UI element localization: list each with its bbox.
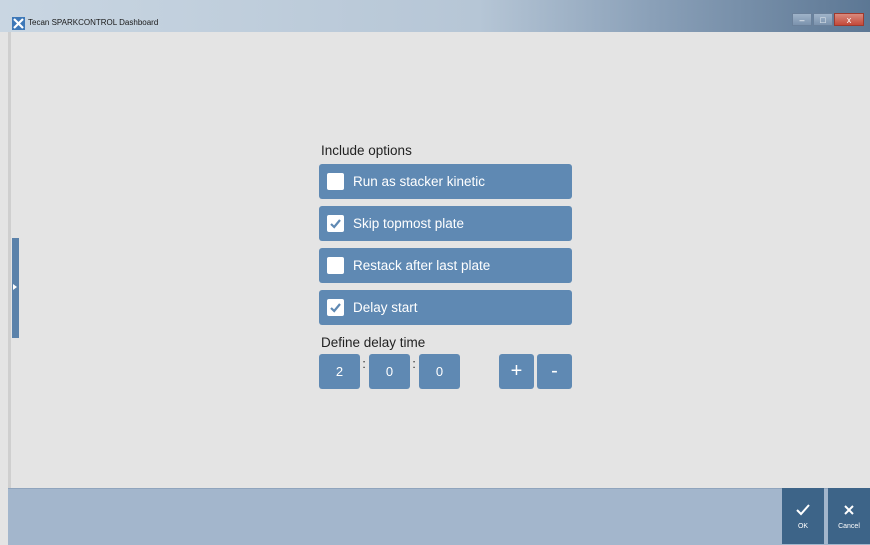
- tecan-x-icon: [12, 17, 25, 30]
- option-label: Restack after last plate: [353, 258, 491, 273]
- option-run-as-stacker-kinetic[interactable]: Run as stacker kinetic: [319, 164, 572, 199]
- chevron-right-icon: [13, 284, 17, 290]
- checkbox-checked[interactable]: [327, 299, 344, 316]
- decrement-button[interactable]: -: [537, 354, 572, 389]
- minutes-field[interactable]: 0: [369, 354, 410, 389]
- checkbox-unchecked[interactable]: [327, 173, 344, 190]
- ok-button[interactable]: OK: [782, 488, 824, 544]
- ok-label: OK: [797, 522, 809, 530]
- delay-time-heading: Define delay time: [321, 335, 426, 350]
- window-controls: – □ x: [792, 13, 864, 26]
- option-label: Run as stacker kinetic: [353, 174, 486, 189]
- include-options-heading: Include options: [321, 143, 412, 158]
- option-delay-start[interactable]: Delay start: [319, 290, 572, 325]
- option-label: Delay start: [353, 300, 418, 315]
- bottom-action-bar: [8, 488, 870, 545]
- increment-button[interactable]: +: [499, 354, 534, 389]
- checkbox-unchecked[interactable]: [327, 257, 344, 274]
- time-separator: :: [412, 356, 416, 371]
- maximize-button[interactable]: □: [813, 13, 833, 26]
- left-rail: [8, 32, 11, 488]
- checkmark-icon: [330, 219, 341, 229]
- option-skip-topmost-plate[interactable]: Skip topmost plate: [319, 206, 572, 241]
- checkmark-icon: [796, 503, 810, 515]
- close-window-button[interactable]: x: [834, 13, 864, 26]
- cancel-button[interactable]: Cancel: [828, 488, 870, 544]
- hours-field[interactable]: 2: [319, 354, 360, 389]
- title-bar: Tecan SPARKCONTROL Dashboard – □ x: [0, 0, 870, 32]
- window-title: Tecan SPARKCONTROL Dashboard: [28, 18, 159, 27]
- minimize-button[interactable]: –: [792, 13, 812, 26]
- cancel-label: Cancel: [838, 522, 860, 530]
- seconds-field[interactable]: 0: [419, 354, 460, 389]
- side-panel-toggle[interactable]: [12, 238, 19, 338]
- close-icon: [844, 504, 854, 515]
- option-label: Skip topmost plate: [353, 216, 465, 231]
- time-separator: :: [362, 356, 366, 371]
- checkbox-checked[interactable]: [327, 215, 344, 232]
- checkmark-icon: [330, 303, 341, 313]
- option-restack-after-last-plate[interactable]: Restack after last plate: [319, 248, 572, 283]
